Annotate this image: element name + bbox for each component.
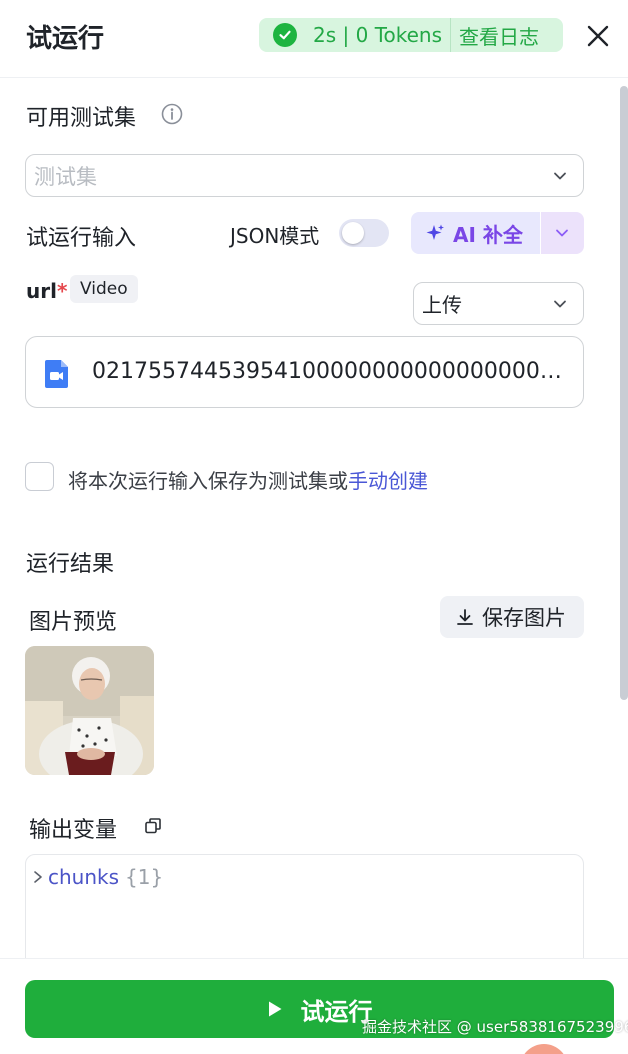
ai-complete-dropdown[interactable] — [541, 212, 584, 254]
json-key: chunks — [48, 865, 120, 889]
json-tree-node[interactable]: chunks {1} — [32, 865, 163, 889]
uploaded-file[interactable]: 0217557445395410000000000000000000000000… — [25, 336, 584, 408]
required-mark: * — [56, 279, 68, 303]
image-preview-label: 图片预览 — [29, 610, 118, 635]
copy-icon[interactable] — [144, 817, 162, 835]
save-as-test-set-checkbox[interactable] — [25, 462, 54, 491]
manual-create-link[interactable]: 手动创建 — [348, 469, 428, 493]
run-status-badge: 2s | 0 Tokens 查看日志 — [259, 18, 563, 52]
source-select-value: 上传 — [422, 293, 462, 317]
file-name: 0217557445395410000000000000000000000000… — [92, 359, 562, 384]
ai-complete-label: AI 补全 — [453, 222, 523, 247]
output-variables-label: 输出变量 — [29, 818, 118, 843]
json-mode-toggle[interactable] — [339, 219, 389, 247]
preview-image[interactable] — [25, 646, 154, 775]
view-log-link[interactable]: 查看日志 — [459, 21, 539, 50]
save-image-button[interactable]: 保存图片 — [440, 596, 584, 638]
run-stats: 2s | 0 Tokens — [313, 23, 443, 47]
info-icon[interactable] — [161, 103, 183, 125]
test-set-placeholder: 测试集 — [34, 164, 97, 189]
scrollbar[interactable] — [620, 86, 628, 700]
save-image-label: 保存图片 — [482, 606, 566, 630]
run-duration: 2s — [313, 23, 337, 47]
download-icon — [457, 609, 473, 625]
test-set-select[interactable]: 测试集 — [25, 154, 584, 197]
url-field-label: url* — [26, 279, 67, 303]
page-title: 试运行 — [26, 24, 105, 54]
chevron-right-icon[interactable] — [32, 870, 44, 884]
check-circle-icon — [273, 23, 297, 47]
save-as-test-set-label: 将本次运行输入保存为测试集或 — [68, 469, 348, 493]
chevron-down-icon — [554, 300, 566, 307]
json-mode-label: JSON模式 — [230, 224, 320, 248]
run-result-label: 运行结果 — [26, 552, 115, 577]
json-item-count: {1} — [125, 865, 164, 889]
run-tokens: 0 Tokens — [355, 23, 443, 47]
close-icon[interactable] — [586, 24, 610, 48]
ai-complete-button[interactable]: AI 补全 — [411, 212, 540, 254]
type-tag: Video — [70, 275, 138, 303]
header: 试运行 2s | 0 Tokens 查看日志 — [0, 0, 628, 78]
source-select[interactable]: 上传 — [413, 282, 584, 325]
toggle-knob — [342, 222, 364, 244]
watermark: 掘金技术社区 @ user5838167523996 — [362, 1018, 628, 1036]
save-as-test-set-text: 将本次运行输入保存为测试集或手动创建 — [68, 465, 428, 494]
status-divider — [450, 18, 452, 52]
chevron-down-icon — [554, 172, 566, 179]
test-set-label: 可用测试集 — [26, 106, 137, 131]
url-field-name: url — [26, 279, 57, 303]
play-icon — [268, 1001, 281, 1017]
chevron-down-icon — [556, 229, 568, 237]
sparkle-icon — [426, 224, 444, 240]
video-file-icon — [45, 360, 68, 388]
run-input-label: 试运行输入 — [26, 226, 137, 251]
